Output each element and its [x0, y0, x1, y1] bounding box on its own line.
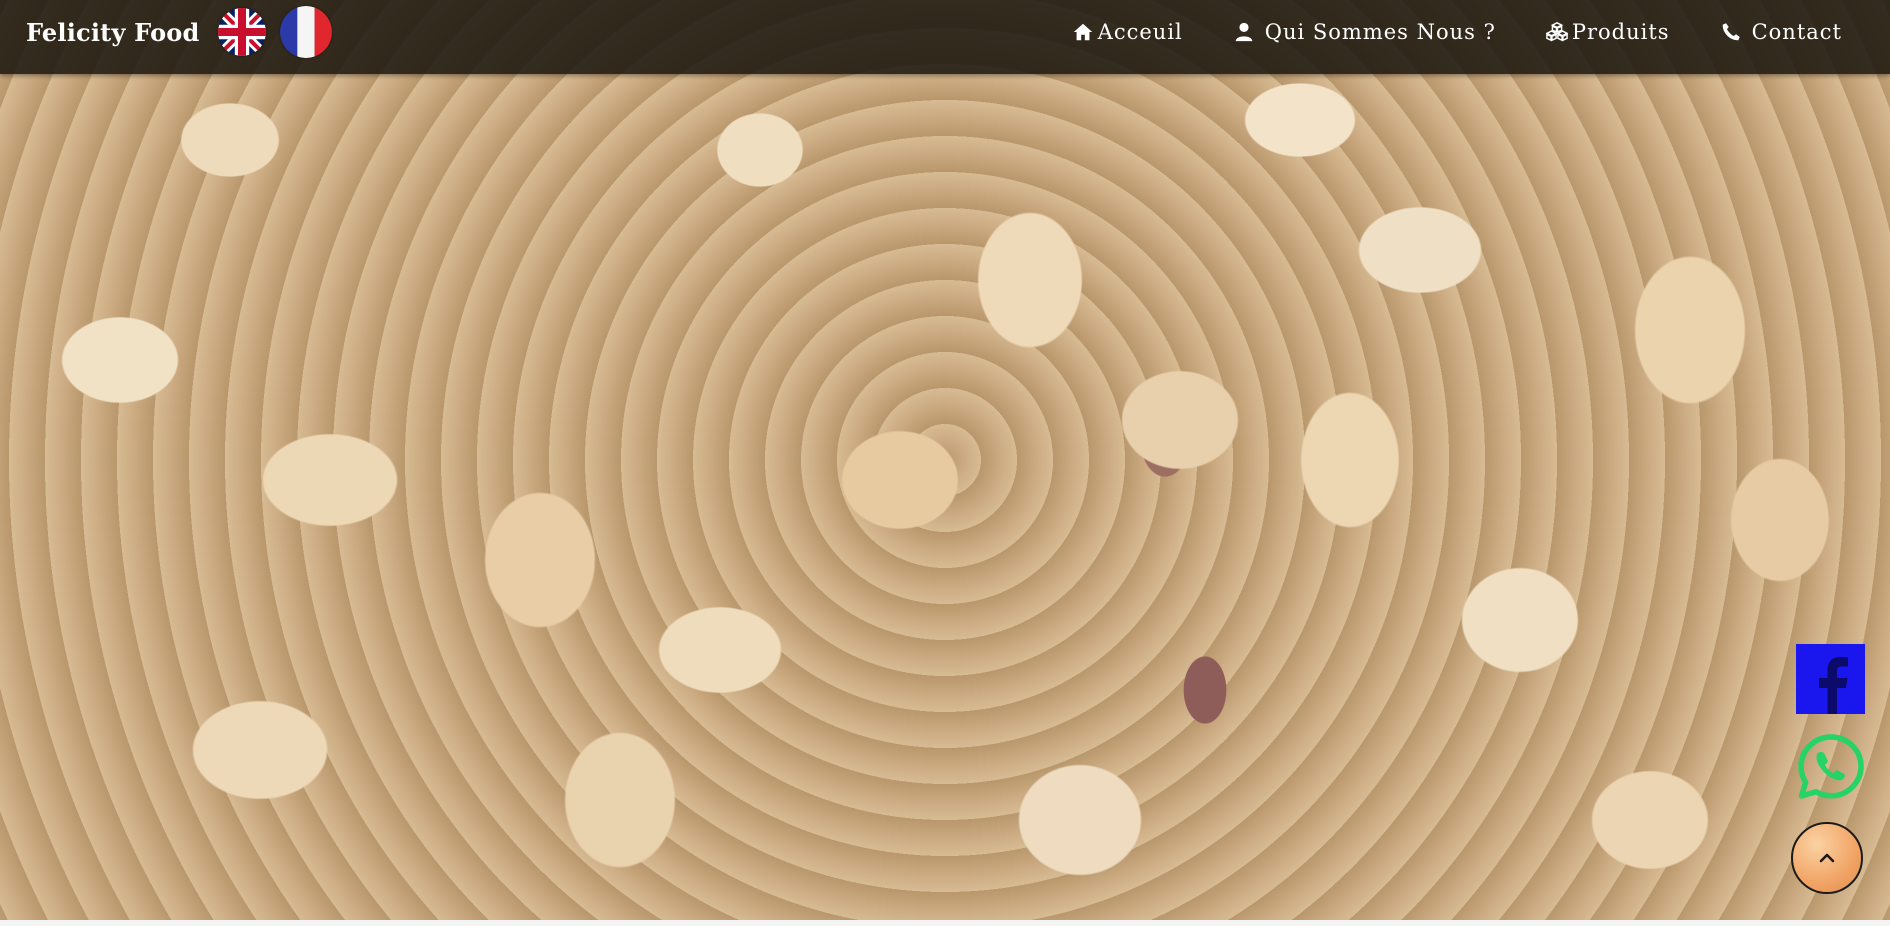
- facebook-icon: [1807, 652, 1855, 714]
- nav-link-produits[interactable]: Produits: [1545, 20, 1670, 44]
- brand-logo-link[interactable]: Felicity Food: [26, 18, 199, 47]
- main-navigation: Acceuil Qui Sommes Nous ? Produits Conta…: [1072, 0, 1842, 64]
- back-to-top-button[interactable]: [1791, 822, 1863, 894]
- user-icon: [1233, 21, 1255, 43]
- nav-link-label: Contact: [1751, 20, 1842, 44]
- nav-link-label: Produits: [1571, 20, 1670, 44]
- uk-flag-icon[interactable]: [218, 8, 266, 56]
- page: Felicity Food Acceuil Qui Sommes Nous ? …: [0, 0, 1890, 926]
- home-icon: [1072, 21, 1094, 43]
- nav-link-qui-sommes-nous[interactable]: Qui Sommes Nous ?: [1233, 20, 1496, 44]
- cubes-icon: [1545, 21, 1568, 43]
- top-navbar: Felicity Food Acceuil Qui Sommes Nous ? …: [0, 0, 1890, 74]
- hero-bottom-divider: [0, 920, 1890, 926]
- nav-link-label: Acceuil: [1097, 20, 1183, 44]
- chevron-up-icon: [1817, 848, 1837, 868]
- facebook-button[interactable]: [1796, 644, 1865, 714]
- hero-pistachio-background: [0, 0, 1890, 920]
- nav-link-acceuil[interactable]: Acceuil: [1072, 20, 1183, 44]
- nav-link-contact[interactable]: Contact: [1720, 20, 1842, 44]
- phone-icon: [1720, 21, 1742, 43]
- france-flag-icon[interactable]: [280, 6, 332, 58]
- whatsapp-button[interactable]: [1796, 732, 1866, 802]
- whatsapp-icon: [1796, 732, 1866, 802]
- nav-link-label: Qui Sommes Nous ?: [1264, 20, 1496, 44]
